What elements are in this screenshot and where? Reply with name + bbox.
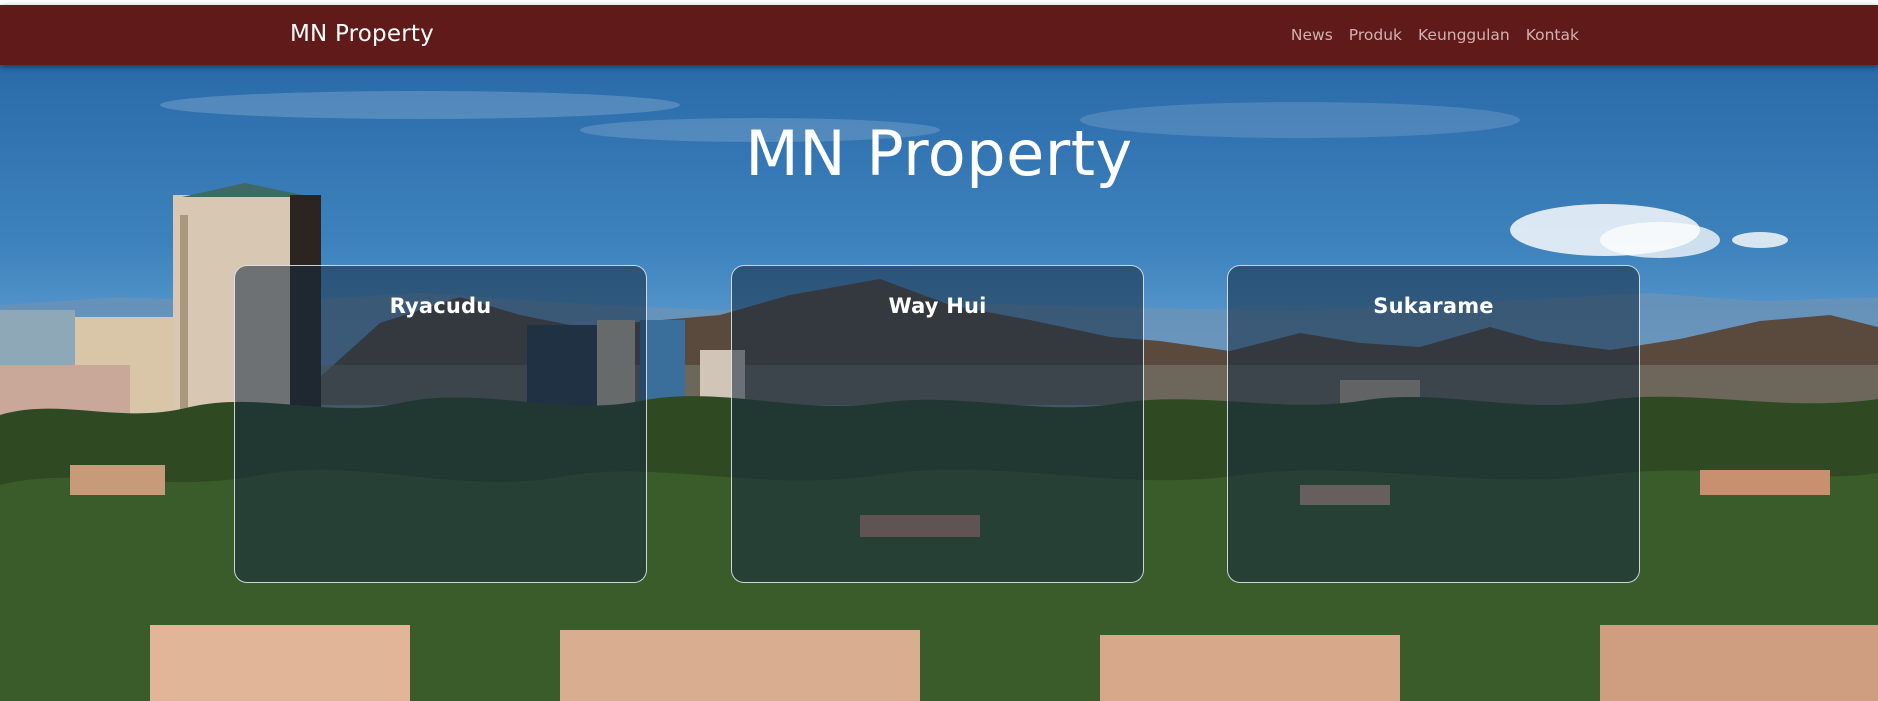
property-card-way-hui[interactable]: Way Hui [731, 265, 1144, 583]
hero-section: MN Property Ryacudu Way Hui Sukarame [0, 65, 1878, 701]
navbar: MN Property News Produk Keunggulan Konta… [0, 5, 1878, 65]
hero-title: MN Property [745, 117, 1133, 190]
property-card-sukarame[interactable]: Sukarame [1227, 265, 1640, 583]
nav-menu: News Produk Keunggulan Kontak [1291, 26, 1579, 44]
card-title: Sukarame [1373, 294, 1494, 318]
nav-link-keunggulan[interactable]: Keunggulan [1418, 26, 1510, 44]
property-card-ryacudu[interactable]: Ryacudu [234, 265, 647, 583]
nav-link-produk[interactable]: Produk [1349, 26, 1402, 44]
card-title: Ryacudu [389, 294, 492, 318]
nav-link-news[interactable]: News [1291, 26, 1333, 44]
brand-link[interactable]: MN Property [290, 21, 434, 47]
nav-link-kontak[interactable]: Kontak [1526, 26, 1579, 44]
card-title: Way Hui [888, 294, 987, 318]
